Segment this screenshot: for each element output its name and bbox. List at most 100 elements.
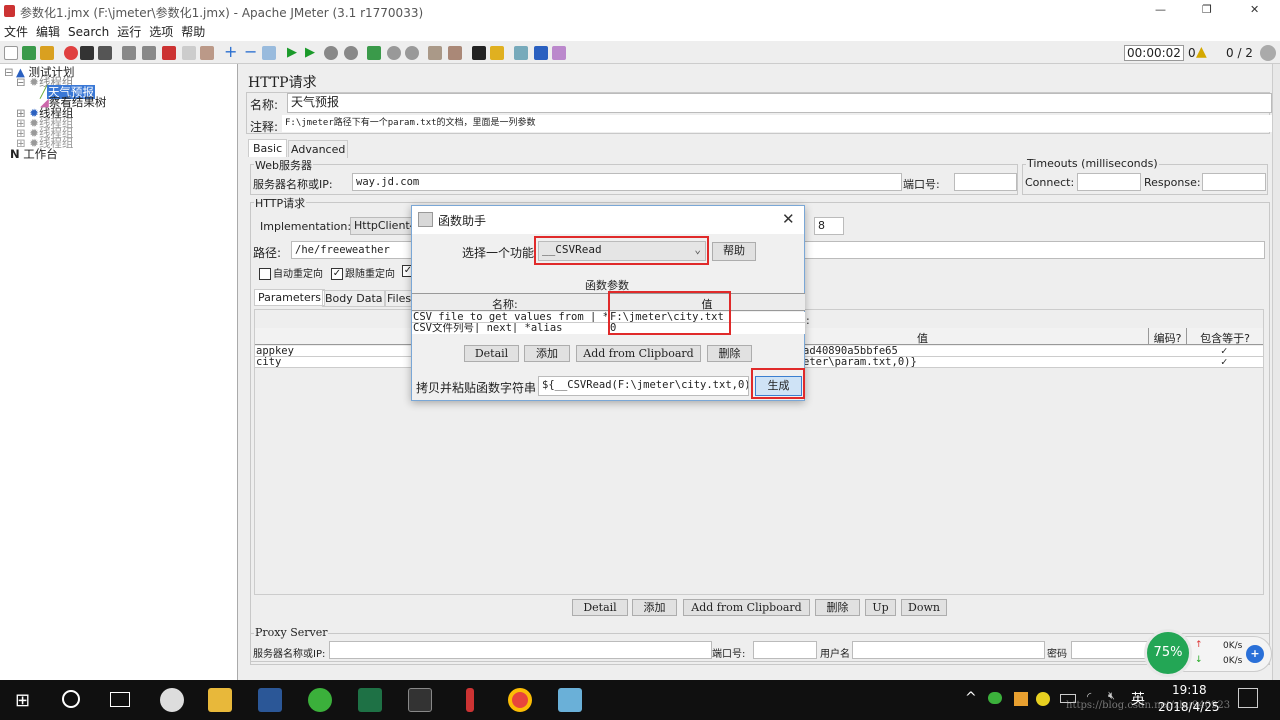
cut-icon[interactable]: [162, 46, 176, 60]
security-tray-icon[interactable]: [1036, 692, 1050, 706]
minimize-button[interactable]: —: [1155, 3, 1166, 16]
clock-time[interactable]: 19:18: [1172, 683, 1207, 697]
save-as-icon[interactable]: [98, 46, 112, 60]
file-explorer-icon[interactable]: [208, 688, 232, 712]
save-icon[interactable]: [80, 46, 94, 60]
new-icon[interactable]: [4, 46, 18, 60]
port-input[interactable]: [954, 173, 1017, 191]
add-button[interactable]: 添加: [632, 599, 677, 616]
close-window-button[interactable]: ✕: [1250, 3, 1259, 16]
cortana-icon[interactable]: [62, 690, 80, 708]
toggle-icon[interactable]: [262, 46, 276, 60]
menu-run[interactable]: 运行: [117, 25, 141, 39]
header-include-equals: 包含等于?: [1186, 328, 1263, 345]
reset-search-icon[interactable]: [490, 46, 504, 60]
remote-stop-icon[interactable]: [387, 46, 401, 60]
memory-usage-gauge[interactable]: 75%: [1144, 629, 1192, 677]
close-plan-icon[interactable]: [64, 46, 78, 60]
qq-browser-icon[interactable]: [160, 688, 184, 712]
shutdown-icon[interactable]: [344, 46, 358, 60]
help-icon[interactable]: [534, 46, 548, 60]
maximize-button[interactable]: ❐: [1202, 3, 1212, 16]
plus-icon[interactable]: +: [1246, 645, 1264, 663]
delete-button[interactable]: 删除: [815, 599, 860, 616]
proxy-user-input[interactable]: [852, 641, 1045, 659]
word-icon[interactable]: [258, 688, 282, 712]
include-equals-check[interactable]: ✓: [1221, 357, 1227, 368]
undo-icon[interactable]: [122, 46, 136, 60]
open-icon[interactable]: [40, 46, 54, 60]
warning-icon[interactable]: ▲: [1196, 44, 1207, 60]
java-icon: [418, 212, 433, 227]
start-no-pause-icon[interactable]: ▶: [305, 46, 319, 60]
stop-icon[interactable]: [324, 46, 338, 60]
proxy-password-label: 密码: [1047, 649, 1067, 660]
menu-help[interactable]: 帮助: [181, 25, 205, 39]
function-helper-icon[interactable]: [514, 46, 528, 60]
function-string-input[interactable]: ${__CSVRead(F:\jmeter\city.txt,0)}: [538, 376, 749, 396]
excel-icon[interactable]: [358, 688, 382, 712]
dialog-detail-button[interactable]: Detail: [464, 345, 519, 362]
include-equals-check[interactable]: ✓: [1221, 346, 1227, 357]
paste-icon[interactable]: [200, 46, 214, 60]
templates-icon[interactable]: [22, 46, 36, 60]
tab-body-data[interactable]: Body Data: [322, 290, 386, 307]
vertical-scrollbar[interactable]: [1272, 64, 1280, 680]
proxy-port-input[interactable]: [753, 641, 817, 659]
start-icon[interactable]: ▶: [287, 46, 301, 60]
clear-all-icon[interactable]: [448, 46, 462, 60]
header-encode: 编码?: [1148, 328, 1186, 345]
detail-button[interactable]: Detail: [572, 599, 628, 616]
notepad-icon[interactable]: [558, 688, 582, 712]
clear-icon[interactable]: [428, 46, 442, 60]
up-button[interactable]: Up: [865, 599, 896, 616]
add-from-clipboard-button[interactable]: Add from Clipboard: [683, 599, 810, 616]
pen-app-icon[interactable]: [466, 688, 474, 712]
collapse-icon[interactable]: −: [244, 44, 258, 60]
remote-start-icon[interactable]: [367, 46, 381, 60]
proxy-password-input[interactable]: [1071, 641, 1151, 659]
auto-redirect-checkbox[interactable]: 自动重定向: [259, 265, 323, 280]
down-button[interactable]: Down: [901, 599, 947, 616]
server-input[interactable]: way.jd.com: [352, 173, 902, 191]
chrome-icon[interactable]: [508, 688, 532, 712]
wechat-tray-icon[interactable]: [988, 692, 1002, 704]
dialog-add-button[interactable]: 添加: [524, 345, 570, 362]
windows-start-icon[interactable]: ⊞: [15, 690, 30, 711]
tab-parameters[interactable]: Parameters: [254, 289, 325, 306]
comment-input[interactable]: F:\jmeter路径下有一个param.txt的文档，里面是一列参数: [282, 115, 1272, 132]
copy-icon[interactable]: [182, 46, 196, 60]
follow-redirect-checkbox[interactable]: ✓ 跟随重定向: [331, 265, 395, 280]
connect-timeout-input[interactable]: [1077, 173, 1141, 191]
content-encoding-input[interactable]: 8: [814, 217, 844, 235]
response-timeout-input[interactable]: [1202, 173, 1266, 191]
notification-icon[interactable]: [1238, 688, 1258, 708]
name-input[interactable]: 天气预报: [287, 93, 1272, 113]
proxy-server-input[interactable]: [329, 641, 712, 659]
remote-shutdown-icon[interactable]: [405, 46, 419, 60]
redo-icon[interactable]: [142, 46, 156, 60]
wechat-icon[interactable]: [308, 688, 332, 712]
dialog-delete-button[interactable]: 删除: [707, 345, 752, 362]
expand-icon[interactable]: +: [224, 44, 238, 60]
help-button[interactable]: 帮助: [712, 242, 756, 261]
search-icon[interactable]: [472, 46, 486, 60]
terminal-icon[interactable]: [408, 688, 432, 712]
log-icon[interactable]: [552, 46, 566, 60]
tab-advanced[interactable]: Advanced: [288, 140, 349, 158]
tray-app-icon[interactable]: [1014, 692, 1028, 706]
dialog-close-button[interactable]: ✕: [782, 210, 795, 228]
show-hidden-icons-icon[interactable]: ^: [965, 690, 977, 706]
menu-options[interactable]: 选项: [149, 25, 173, 39]
menu-edit[interactable]: 编辑: [36, 25, 60, 39]
title-bar: 参数化1.jmx (F:\jmeter\参数化1.jmx) - Apache J…: [0, 0, 1280, 23]
menu-file[interactable]: 文件: [4, 25, 28, 39]
tree-workbench[interactable]: N 工作台: [10, 148, 58, 160]
active-threads: 0 / 2: [1226, 46, 1253, 60]
proxy-user-label: 用户名: [820, 649, 850, 660]
collapse-toggle-icon[interactable]: ⊟: [4, 66, 14, 78]
menu-search[interactable]: Search: [68, 25, 109, 39]
dialog-add-from-clipboard-button[interactable]: Add from Clipboard: [576, 345, 701, 362]
task-view-icon[interactable]: [110, 692, 130, 707]
tab-basic[interactable]: Basic: [248, 139, 288, 157]
